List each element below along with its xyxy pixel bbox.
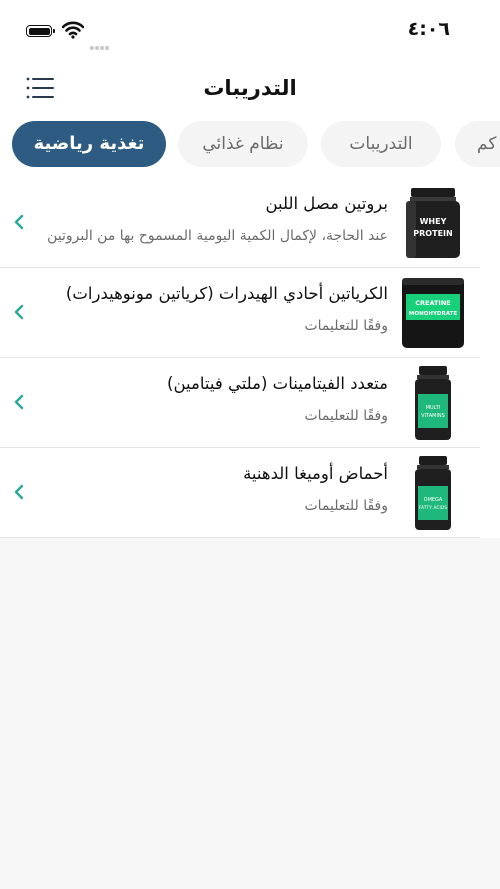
svg-text:CREATINE: CREATINE xyxy=(415,299,450,307)
svg-text:MULTI: MULTI xyxy=(426,405,441,411)
page-title: التدريبات xyxy=(203,76,297,100)
tab-sports-nutrition[interactable]: تغذية رياضية xyxy=(12,121,166,167)
list-item[interactable]: متعدد الفيتامينات (ملتي فيتامين) وفقًا ل… xyxy=(0,358,480,448)
item-description: وفقًا للتعليمات xyxy=(304,498,388,514)
chevron-left-icon[interactable] xyxy=(12,212,26,232)
tab-workouts[interactable]: التدريبات xyxy=(321,121,441,167)
tab-partial[interactable]: كم xyxy=(455,121,500,167)
omega-bottle-icon: OMEGA FATTY ACIDS xyxy=(415,456,451,530)
svg-text:VITAMINS: VITAMINS xyxy=(421,413,445,419)
svg-text:FATTY ACIDS: FATTY ACIDS xyxy=(419,505,447,511)
item-name: بروتين مصل اللبن xyxy=(265,194,388,213)
item-name: متعدد الفيتامينات (ملتي فيتامين) xyxy=(167,374,388,393)
chevron-left-icon[interactable] xyxy=(12,392,26,412)
wifi-icon xyxy=(62,21,84,39)
divider xyxy=(0,537,480,538)
item-description: عند الحاجة، لإكمال الكمية اليومية المسمو… xyxy=(47,228,388,244)
tab-diet[interactable]: نظام غذائي xyxy=(178,121,308,167)
list-item[interactable]: بروتين مصل اللبن عند الحاجة، لإكمال الكم… xyxy=(0,178,480,268)
battery-icon xyxy=(26,25,55,37)
svg-text:MONOHYDRATE: MONOHYDRATE xyxy=(409,311,457,317)
chevron-left-icon[interactable] xyxy=(12,302,26,322)
creatine-jar-icon: CREATINE MONOHYDRATE xyxy=(402,278,464,348)
svg-text:WHEY: WHEY xyxy=(420,217,447,226)
item-name: أحماض أوميغا الدهنية xyxy=(243,464,388,483)
item-description: وفقًا للتعليمات xyxy=(304,318,388,334)
item-name: الكرياتين أحادي الهيدرات (كرياتين مونوهي… xyxy=(65,284,388,303)
signal-icon xyxy=(90,35,110,54)
item-description: وفقًا للتعليمات xyxy=(304,408,388,424)
whey-protein-jar-icon: WHEY PROTEIN xyxy=(406,188,460,258)
multivitamin-bottle-icon: MULTI VITAMINS xyxy=(415,366,451,440)
chevron-left-icon[interactable] xyxy=(12,482,26,502)
svg-text:OMEGA: OMEGA xyxy=(424,497,443,503)
svg-text:PROTEIN: PROTEIN xyxy=(413,229,452,238)
category-tabs: تغذية رياضية نظام غذائي التدريبات كم xyxy=(0,121,500,167)
list-item[interactable]: الكرياتين أحادي الهيدرات (كرياتين مونوهي… xyxy=(0,268,480,358)
status-time: ٤:٠٦ xyxy=(407,18,450,40)
list-item[interactable]: أحماض أوميغا الدهنية وفقًا للتعليمات OME… xyxy=(0,448,480,538)
